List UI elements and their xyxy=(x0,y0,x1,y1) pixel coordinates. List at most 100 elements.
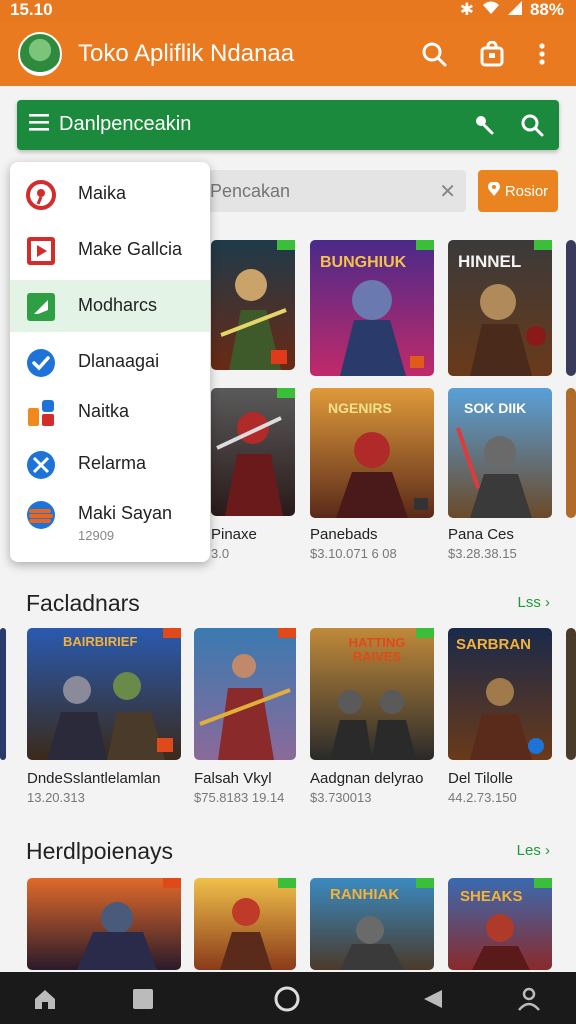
drawer-item-modharcs[interactable]: Modharcs xyxy=(10,280,210,332)
section-title: Facladnars xyxy=(26,590,140,616)
game-meta: $3.730013 xyxy=(310,790,372,805)
check-circle-icon xyxy=(26,348,56,378)
game-card[interactable]: SOK DIIK Pana Ces $3.28.38.15 xyxy=(448,388,552,568)
navigation-drawer: Maika Make Gallcia Modharcs Dlanaagai Na… xyxy=(10,162,210,562)
clock: 15.10 xyxy=(10,0,53,19)
game-cover xyxy=(566,240,576,376)
drawer-item-naitka[interactable]: Naitka xyxy=(10,386,210,438)
new-badge xyxy=(277,240,295,250)
game-card-partial[interactable] xyxy=(0,628,6,760)
game-card-partial[interactable] xyxy=(566,628,576,760)
battery-level: 88% xyxy=(529,0,564,19)
status-icons: ✱ 88% xyxy=(460,0,564,20)
back-icon[interactable] xyxy=(418,984,448,1014)
game-name: Pana Ces xyxy=(448,526,514,543)
wifi-icon xyxy=(482,0,500,20)
cover-title: SHEAKS xyxy=(460,888,523,905)
new-badge xyxy=(277,388,295,398)
game-card[interactable]: Pinaxe 3.0 xyxy=(211,388,295,568)
drawer-item-maika[interactable]: Maika xyxy=(10,168,210,220)
home-circle-icon[interactable] xyxy=(272,984,302,1014)
game-card-partial[interactable] xyxy=(566,388,576,518)
game-card[interactable]: NGENIRS Panebads $3.10.071 6 08 xyxy=(310,388,434,568)
new-badge xyxy=(278,628,296,638)
game-name: Del Tilolle xyxy=(448,770,514,787)
see-more-link[interactable]: Les › xyxy=(517,842,550,859)
game-card[interactable] xyxy=(27,878,181,970)
cover-title: BUNGHIUK xyxy=(320,254,407,271)
home-icon[interactable] xyxy=(30,984,60,1014)
search-field: ✕ xyxy=(198,170,466,212)
game-name: Pinaxe xyxy=(211,526,257,543)
search-icon[interactable] xyxy=(416,36,452,72)
game-meta: $75.8183 19.14 xyxy=(194,790,285,805)
search-button[interactable]: Rosior xyxy=(478,170,558,212)
bag-icon[interactable] xyxy=(474,36,510,72)
game-cover xyxy=(211,388,295,516)
drawer-item-make-gallcia[interactable]: Make Gallcia xyxy=(10,224,210,276)
drawer-item-relarma[interactable]: Relarma xyxy=(10,438,210,490)
new-badge xyxy=(534,878,552,888)
cover-title: RANHIAK xyxy=(330,886,400,903)
new-badge xyxy=(416,628,434,638)
drawer-item-label: Naitka xyxy=(78,401,130,421)
tool-icon[interactable] xyxy=(469,110,499,140)
game-card[interactable] xyxy=(194,878,296,970)
game-name: Panebads xyxy=(310,526,378,543)
new-badge xyxy=(163,878,181,888)
drawer-item-label: Make Gallcia xyxy=(78,239,183,259)
new-badge xyxy=(278,878,296,888)
search-icon[interactable] xyxy=(517,110,547,140)
menu-icon[interactable] xyxy=(29,112,55,138)
tools-circle-icon xyxy=(26,450,56,480)
new-badge xyxy=(534,240,552,250)
cover-title: HINNEL xyxy=(458,252,522,271)
see-more-label: Lss xyxy=(517,594,541,611)
game-card[interactable]: HINNEL xyxy=(448,240,552,376)
app-logo xyxy=(18,32,62,76)
game-card[interactable]: SHEAKS xyxy=(448,878,552,970)
game-name: Aadgnan delyrao xyxy=(310,770,424,787)
game-card[interactable]: HATTING RAIVES Aadgnan delyrao $3.730013 xyxy=(310,628,434,810)
circle-target-icon xyxy=(26,180,56,210)
new-badge xyxy=(416,878,434,888)
bottom-nav xyxy=(0,972,576,1024)
new-badge xyxy=(416,240,434,250)
game-cover xyxy=(566,388,576,518)
game-cover xyxy=(194,878,296,970)
game-card[interactable]: BAIRBIRIEF DndeSslantlelamlan 13.20.313 xyxy=(27,628,181,810)
section-title: Herdlpoienays xyxy=(26,838,174,864)
stack-circle-icon xyxy=(26,500,56,530)
game-cover xyxy=(0,628,6,760)
drawer-item-label: Dlanaagai xyxy=(78,351,160,371)
cover-title: SARBRAN xyxy=(456,636,531,653)
drawer-item-maki-sayan[interactable]: Maki Sayan 12909 xyxy=(10,488,210,554)
category-title: Danlpenceakin xyxy=(59,113,192,135)
see-more-link[interactable]: Lss › xyxy=(517,594,550,611)
game-meta: $3.10.071 6 08 xyxy=(310,546,397,561)
profile-icon[interactable] xyxy=(514,984,544,1014)
new-badge xyxy=(163,628,181,638)
square-icon[interactable] xyxy=(128,984,158,1014)
clear-icon[interactable]: ✕ xyxy=(439,179,456,204)
drawer-item-dlanaagai[interactable]: Dlanaagai xyxy=(10,336,210,388)
see-more-label: Les xyxy=(516,842,541,859)
game-meta: 3.0 xyxy=(211,546,230,561)
game-card[interactable]: BUNGHIUK xyxy=(310,240,434,376)
game-card[interactable]: RANHIAK xyxy=(310,878,434,970)
game-card[interactable]: Falsah Vkyl $75.8183 19.14 xyxy=(194,628,296,810)
drawer-item-label: Relarma xyxy=(78,453,147,473)
game-card-partial[interactable] xyxy=(566,240,576,376)
game-name: DndeSslantlelamlan xyxy=(27,770,161,787)
search-input[interactable] xyxy=(210,178,430,204)
more-vert-icon[interactable] xyxy=(524,36,560,72)
game-cover xyxy=(194,628,296,760)
bluetooth-icon: ✱ xyxy=(459,0,474,19)
leaf-box-icon xyxy=(26,292,56,322)
game-card[interactable] xyxy=(211,240,295,370)
search-button-label: Rosior xyxy=(504,182,549,200)
signal-icon xyxy=(507,0,522,20)
drawer-item-sub: 12909 xyxy=(78,528,115,543)
game-card[interactable]: SARBRAN Del Tilolle 44.2.73.150 xyxy=(448,628,552,810)
cover-title: SOK DIIK xyxy=(464,400,527,416)
